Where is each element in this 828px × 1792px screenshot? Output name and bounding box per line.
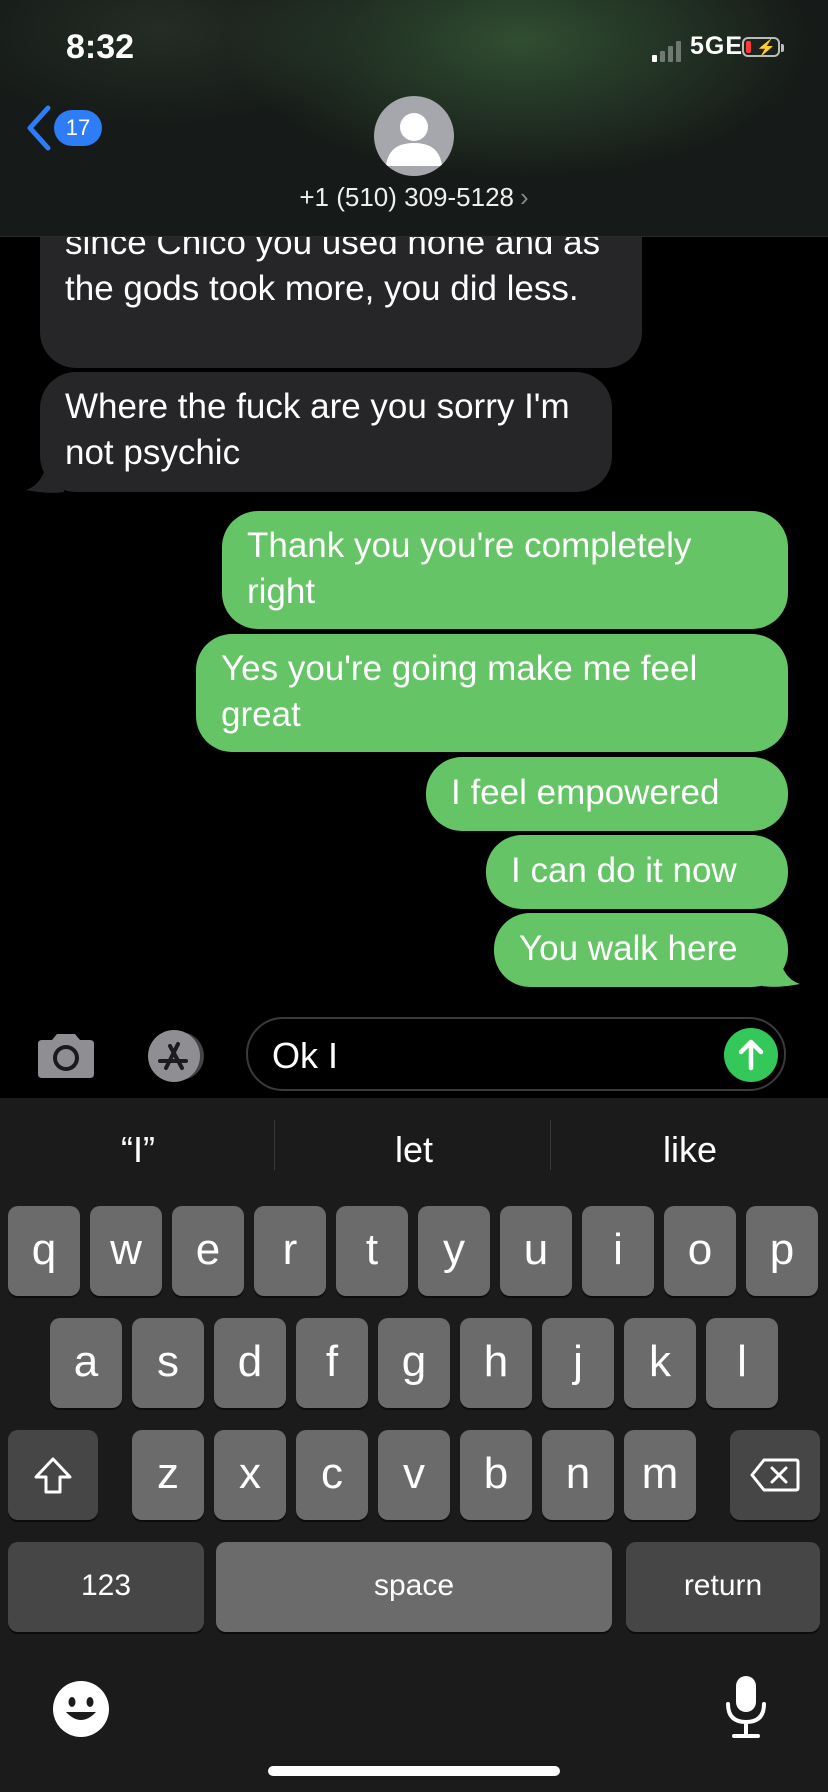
- incoming-bubble-tail: [26, 464, 64, 493]
- key-f[interactable]: f: [296, 1318, 368, 1408]
- back-button[interactable]: 17: [24, 104, 114, 154]
- suggestion-2[interactable]: let: [276, 1098, 552, 1202]
- key-n[interactable]: n: [542, 1430, 614, 1520]
- space-key[interactable]: space: [216, 1542, 612, 1632]
- outgoing-message[interactable]: Yes you're going make me feel great: [196, 634, 788, 752]
- battery-icon: ⚡: [742, 37, 786, 59]
- outgoing-message[interactable]: I feel empowered: [426, 757, 788, 831]
- key-w[interactable]: w: [90, 1206, 162, 1296]
- return-key[interactable]: return: [626, 1542, 820, 1632]
- network-label: 5GE: [690, 32, 744, 60]
- key-r[interactable]: r: [254, 1206, 326, 1296]
- conversation-header: 8:32 5GE ⚡ 17 +1 (510) 309-5128 ›: [0, 0, 828, 237]
- unread-count-badge: 17: [54, 110, 102, 146]
- delete-icon: [750, 1458, 800, 1492]
- back-chevron-icon: [27, 105, 51, 151]
- key-y[interactable]: y: [418, 1206, 490, 1296]
- key-z[interactable]: z: [132, 1430, 204, 1520]
- key-u[interactable]: u: [500, 1206, 572, 1296]
- outgoing-message[interactable]: Thank you you're completely right: [222, 511, 788, 629]
- contact-chevron-icon: ›: [520, 182, 529, 212]
- key-t[interactable]: t: [336, 1206, 408, 1296]
- incoming-message[interactable]: Where the fuck are you sorry I'm not psy…: [40, 372, 612, 492]
- signal-icon: [652, 40, 682, 62]
- message-input[interactable]: Ok I: [246, 1017, 786, 1091]
- app-store-icon[interactable]: [140, 1028, 212, 1084]
- microphone-icon[interactable]: [722, 1674, 770, 1740]
- key-x[interactable]: x: [214, 1430, 286, 1520]
- contact-name[interactable]: +1 (510) 309-5128 ›: [0, 182, 828, 213]
- key-d[interactable]: d: [214, 1318, 286, 1408]
- key-o[interactable]: o: [664, 1206, 736, 1296]
- contact-number: +1 (510) 309-5128: [299, 182, 514, 212]
- key-q[interactable]: q: [8, 1206, 80, 1296]
- person-icon: [386, 113, 442, 166]
- key-c[interactable]: c: [296, 1430, 368, 1520]
- suggestion-divider: [274, 1120, 275, 1170]
- outgoing-message[interactable]: I can do it now: [486, 835, 788, 909]
- status-time: 8:32: [66, 28, 135, 66]
- key-e[interactable]: e: [172, 1206, 244, 1296]
- send-button[interactable]: [724, 1028, 778, 1082]
- key-k[interactable]: k: [624, 1318, 696, 1408]
- key-g[interactable]: g: [378, 1318, 450, 1408]
- camera-icon[interactable]: [34, 1032, 98, 1080]
- message-input-value: Ok I: [272, 1035, 339, 1076]
- key-v[interactable]: v: [378, 1430, 450, 1520]
- suggestion-3[interactable]: like: [552, 1098, 828, 1202]
- send-arrow-icon: [738, 1039, 764, 1071]
- home-indicator[interactable]: [268, 1766, 560, 1776]
- key-l[interactable]: l: [706, 1318, 778, 1408]
- emoji-icon[interactable]: [52, 1680, 110, 1738]
- key-s[interactable]: s: [132, 1318, 204, 1408]
- key-a[interactable]: a: [50, 1318, 122, 1408]
- suggestion-1[interactable]: “I”: [0, 1098, 276, 1202]
- suggestion-bar: “I” let like: [0, 1098, 828, 1202]
- shift-key[interactable]: [8, 1430, 98, 1520]
- numbers-key[interactable]: 123: [8, 1542, 204, 1632]
- key-h[interactable]: h: [460, 1318, 532, 1408]
- delete-key[interactable]: [730, 1430, 820, 1520]
- key-j[interactable]: j: [542, 1318, 614, 1408]
- outgoing-message[interactable]: You walk here: [494, 913, 788, 987]
- key-i[interactable]: i: [582, 1206, 654, 1296]
- shift-icon: [34, 1457, 72, 1494]
- keyboard: “I” let like q w e r t y u i o p a s d f…: [0, 1098, 828, 1792]
- key-b[interactable]: b: [460, 1430, 532, 1520]
- suggestion-divider: [550, 1120, 551, 1170]
- key-m[interactable]: m: [624, 1430, 696, 1520]
- contact-avatar[interactable]: [374, 96, 454, 176]
- outgoing-bubble-tail: [762, 958, 800, 987]
- key-p[interactable]: p: [746, 1206, 818, 1296]
